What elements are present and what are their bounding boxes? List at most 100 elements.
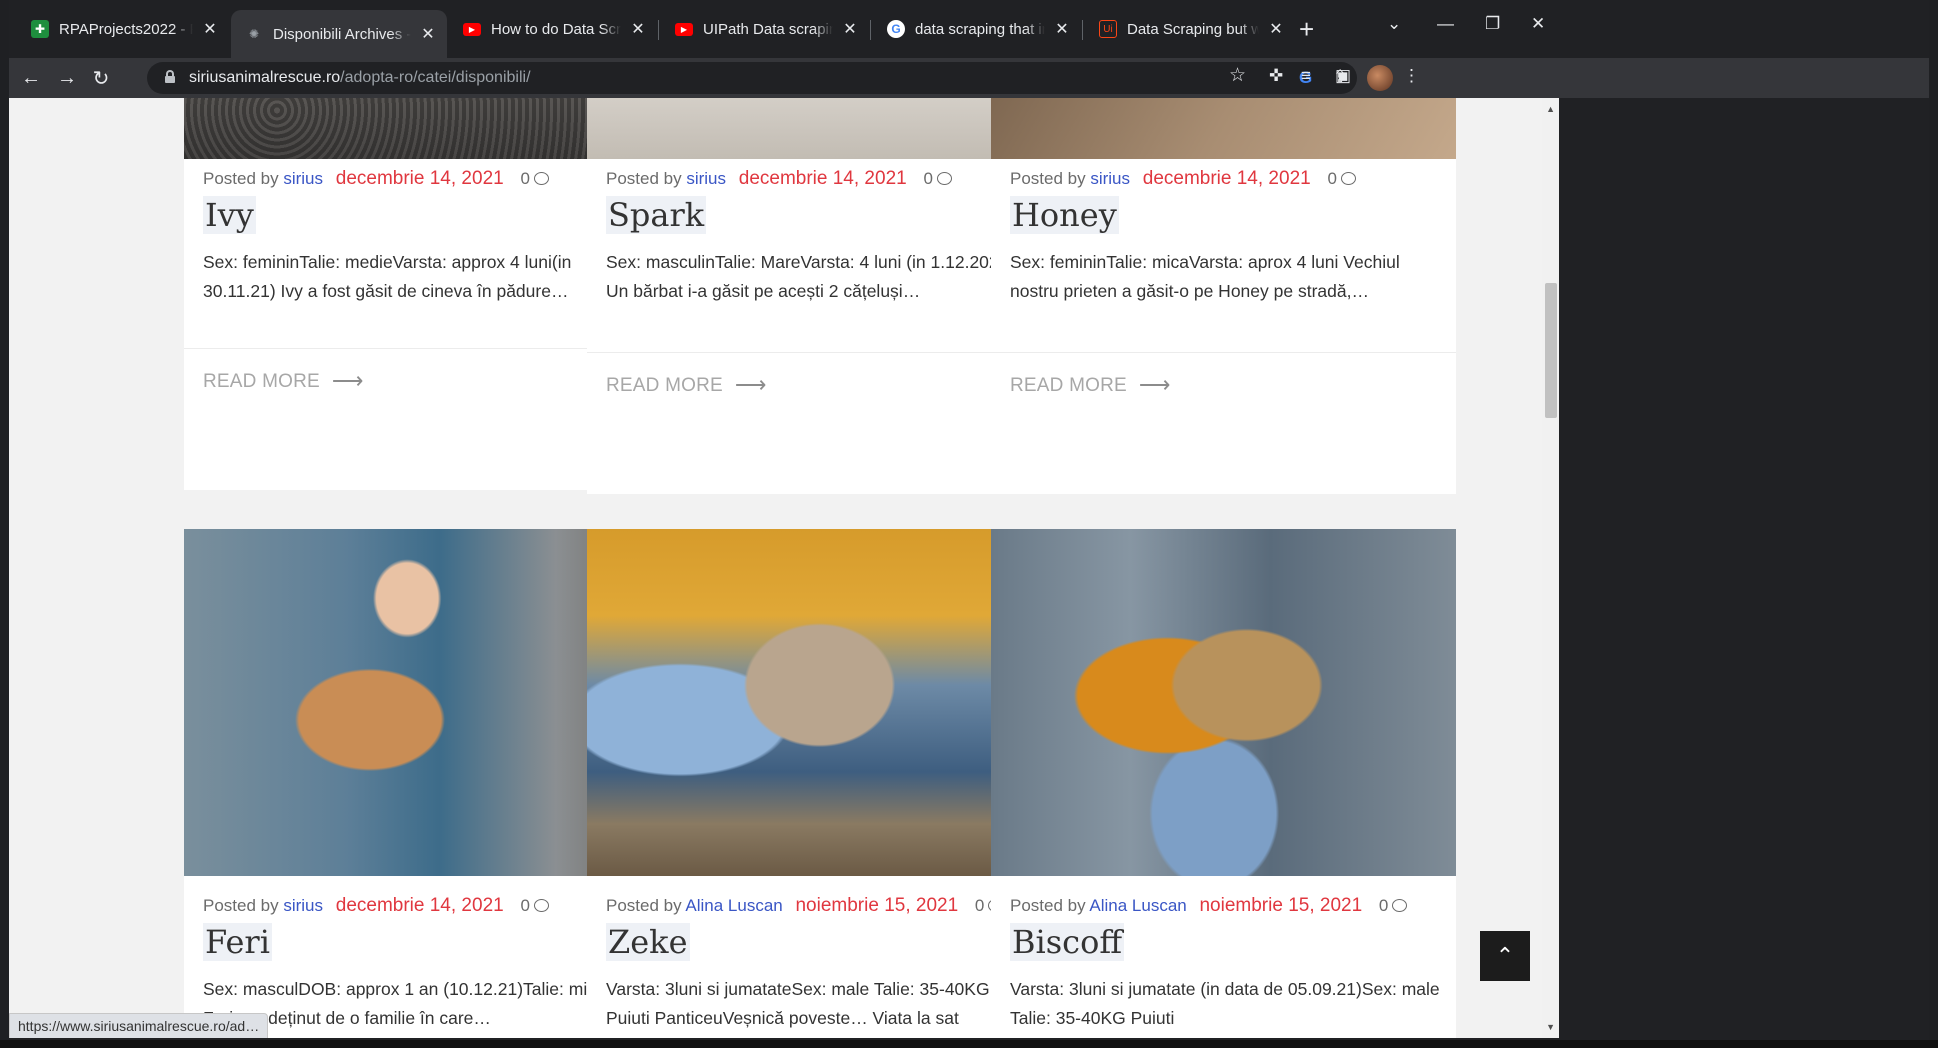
post-date[interactable]: decembrie 14, 2021 xyxy=(739,168,907,189)
back-arrow-icon[interactable]: ← xyxy=(17,64,45,92)
post-excerpt: Sex: femininTalie: medieVarsta: approx 4… xyxy=(203,252,572,301)
scroll-down-icon[interactable]: ▼ xyxy=(1546,1022,1555,1032)
url-text[interactable]: siriusanimalrescue.ro/adopta-ro/catei/di… xyxy=(189,69,531,87)
tab-title: UIPath Data scraping features xyxy=(703,20,833,38)
comment-count[interactable]: 0 xyxy=(520,896,529,915)
post-thumbnail[interactable] xyxy=(991,529,1456,876)
post-thumbnail[interactable] xyxy=(184,98,649,159)
extensions-icon[interactable]: ✜ xyxy=(1269,66,1283,86)
close-icon[interactable]: ✕ xyxy=(201,20,219,38)
scroll-up-icon[interactable]: ▲ xyxy=(1546,104,1555,114)
posted-by-label: Posted by xyxy=(606,896,682,915)
comment-count[interactable]: 0 xyxy=(1379,896,1388,915)
post-title[interactable]: Feri xyxy=(203,923,272,961)
post-meta: Posted by Alina Luscan noiembrie 15, 202… xyxy=(1010,895,1408,917)
tab-youtube-2[interactable]: ▶ UIPath Data scraping features ✕ xyxy=(661,10,869,48)
bookmark-star-icon[interactable]: ☆ xyxy=(1229,64,1246,87)
posted-by-label: Posted by xyxy=(1010,169,1086,188)
posted-by-label: Posted by xyxy=(203,896,279,915)
post-title[interactable]: Honey xyxy=(1010,196,1119,234)
close-icon[interactable]: ✕ xyxy=(629,20,647,38)
browser-window: ✚ RPAProjects2022 - Foi de calcul Google… xyxy=(9,0,1929,1048)
reading-list-icon[interactable]: ≡ xyxy=(1301,66,1311,86)
forward-arrow-icon[interactable]: → xyxy=(53,64,81,92)
tab-uipath[interactable]: Ui Data Scraping but with Click ✕ xyxy=(1085,10,1295,48)
uipath-icon: Ui xyxy=(1099,20,1117,38)
comment-icon[interactable] xyxy=(936,172,952,185)
scrollbar[interactable]: ▲ ▼ xyxy=(1542,98,1559,1038)
author-link[interactable]: Alina Luscan xyxy=(1089,896,1186,915)
close-icon[interactable]: ✕ xyxy=(841,20,859,38)
post-card: Posted by sirius decembrie 14, 2021 0 Ho… xyxy=(991,98,1456,494)
back-to-top-button[interactable]: ⌃ xyxy=(1480,931,1530,981)
post-excerpt: Sex: masculinTalie: MareVarsta: 4 luni (… xyxy=(606,252,1015,301)
read-more-link[interactable]: READ MORE ⟶ xyxy=(606,372,767,398)
close-icon[interactable]: ✕ xyxy=(1267,20,1285,38)
tab-title: RPAProjects2022 - Foi de calcul Google xyxy=(59,20,193,38)
tab-google[interactable]: G data scraping that includes clicking ✕ xyxy=(873,10,1081,48)
tab-youtube-1[interactable]: ▶ How to do Data Scraping in UiPath ✕ xyxy=(449,10,657,48)
post-date[interactable]: noiembrie 15, 2021 xyxy=(795,895,958,916)
read-more-link[interactable]: READ MORE ⟶ xyxy=(203,368,364,394)
lock-icon[interactable] xyxy=(165,70,175,83)
scrollbar-thumb[interactable] xyxy=(1545,283,1557,418)
post-thumbnail[interactable] xyxy=(184,529,649,876)
post-card: Posted by Alina Luscan noiembrie 15, 202… xyxy=(991,529,1456,1038)
comment-count[interactable]: 0 xyxy=(975,896,984,915)
comment-icon[interactable] xyxy=(1392,899,1408,912)
post-title[interactable]: Spark xyxy=(606,196,707,234)
post-card: Posted by Alina Luscan noiembrie 15, 202… xyxy=(587,529,1052,1038)
author-link[interactable]: sirius xyxy=(686,169,726,188)
close-icon[interactable]: ✕ xyxy=(1053,20,1071,38)
tab-disponibili[interactable]: ✺ Disponibili Archives - SIRIUS ✕ xyxy=(231,10,447,58)
tab-title: Data Scraping but with Click xyxy=(1127,20,1259,38)
read-more-link[interactable]: READ MORE ⟶ xyxy=(1010,372,1171,398)
post-card: Posted by sirius decembrie 14, 2021 0 Fe… xyxy=(184,529,649,1038)
tab-search-icon[interactable]: ⌄ xyxy=(1387,14,1401,34)
page-viewport: Posted by sirius decembrie 14, 2021 0 Iv… xyxy=(9,98,1559,1038)
status-bar-url: https://www.siriusanimalrescue.ro/ad… xyxy=(9,1013,269,1038)
author-link[interactable]: sirius xyxy=(283,896,323,915)
menu-kebab-icon[interactable]: ⋮ xyxy=(1403,66,1420,86)
tab-title: Disponibili Archives - SIRIUS xyxy=(273,25,411,43)
post-date[interactable]: noiembrie 15, 2021 xyxy=(1199,895,1362,916)
comment-count[interactable]: 0 xyxy=(1327,169,1336,188)
post-date[interactable]: decembrie 14, 2021 xyxy=(336,168,504,189)
author-link[interactable]: Alina Luscan xyxy=(685,896,782,915)
tab-title: data scraping that includes clicking xyxy=(915,20,1045,38)
browser-toolbar: ← → ↻ siriusanimalrescue.ro/adopta-ro/ca… xyxy=(9,58,1929,98)
arrow-right-icon: ⟶ xyxy=(331,368,364,393)
comment-icon[interactable] xyxy=(1340,172,1356,185)
post-title[interactable]: Biscoff xyxy=(1010,923,1125,961)
comment-count[interactable]: 0 xyxy=(923,169,932,188)
minimize-icon[interactable]: — xyxy=(1437,14,1454,34)
close-window-icon[interactable]: ✕ xyxy=(1531,14,1545,34)
comment-count[interactable]: 0 xyxy=(520,169,529,188)
address-bar[interactable]: siriusanimalrescue.ro/adopta-ro/catei/di… xyxy=(147,62,1357,94)
post-date[interactable]: decembrie 14, 2021 xyxy=(336,895,504,916)
author-link[interactable]: sirius xyxy=(1090,169,1130,188)
profile-avatar[interactable] xyxy=(1367,65,1393,91)
post-thumbnail[interactable] xyxy=(587,529,1052,876)
post-meta: Posted by sirius decembrie 14, 2021 0 xyxy=(203,168,549,190)
restore-icon[interactable]: ❐ xyxy=(1485,14,1500,34)
post-date[interactable]: decembrie 14, 2021 xyxy=(1143,168,1311,189)
post-excerpt: Sex: femininTalie: micaVarsta: aprox 4 l… xyxy=(1010,252,1400,301)
post-title[interactable]: Zeke xyxy=(606,923,690,961)
post-thumbnail[interactable] xyxy=(991,98,1456,159)
reload-icon[interactable]: ↻ xyxy=(87,64,115,92)
post-thumbnail[interactable] xyxy=(587,98,1052,159)
tab-rpaprojects[interactable]: ✚ RPAProjects2022 - Foi de calcul Google… xyxy=(17,10,229,48)
post-title[interactable]: Ivy xyxy=(203,196,256,234)
comment-icon[interactable] xyxy=(533,899,549,912)
new-tab-button[interactable]: + xyxy=(1299,16,1314,42)
post-excerpt: Varsta: 3luni si jumatate (in data de 05… xyxy=(1010,979,1440,1028)
side-panel-icon[interactable]: ▣ xyxy=(1335,66,1351,86)
close-icon[interactable]: ✕ xyxy=(419,25,437,43)
author-link[interactable]: sirius xyxy=(283,169,323,188)
tab-title: How to do Data Scraping in UiPath xyxy=(491,20,621,38)
youtube-icon: ▶ xyxy=(463,22,481,36)
google-icon: G xyxy=(887,20,905,38)
youtube-icon: ▶ xyxy=(675,22,693,36)
comment-icon[interactable] xyxy=(533,172,549,185)
